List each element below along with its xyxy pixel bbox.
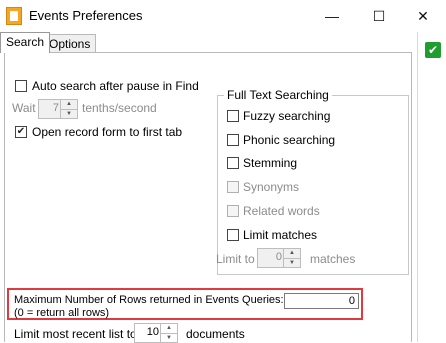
- auto-search-label: Auto search after pause in Find: [32, 79, 199, 93]
- wait-spinner[interactable]: 7 ▲ ▼: [38, 99, 78, 119]
- stemming-checkbox[interactable]: [227, 157, 239, 169]
- side-toolbar: [417, 32, 446, 342]
- related-words-label: Related words: [243, 204, 320, 218]
- tab-options[interactable]: Options: [43, 34, 97, 52]
- open-record-checkbox[interactable]: ✔: [15, 126, 27, 138]
- limit-matches-spinner[interactable]: 0 ▲ ▼: [257, 248, 301, 268]
- open-record-label: Open record form to first tab: [32, 125, 183, 139]
- limit-spinner-arrows[interactable]: ▲ ▼: [283, 249, 300, 267]
- max-rows-label: Maximum Number of Rows returned in Event…: [14, 294, 284, 306]
- minimize-button[interactable]: —: [309, 0, 355, 32]
- related-words-checkbox[interactable]: [227, 205, 239, 217]
- spin-down-icon[interactable]: ▼: [61, 110, 77, 119]
- phonic-searching-checkbox[interactable]: [227, 134, 239, 146]
- auto-search-checkbox[interactable]: [15, 80, 27, 92]
- recent-list-label: Limit most recent list to: [14, 327, 137, 341]
- limit-matches-checkbox[interactable]: [227, 229, 239, 241]
- wait-label: Wait: [12, 101, 36, 115]
- stemming-label: Stemming: [243, 156, 298, 170]
- phonic-searching-label: Phonic searching: [243, 133, 336, 147]
- ok-check-icon[interactable]: ✔: [425, 42, 441, 58]
- synonyms-checkbox[interactable]: [227, 181, 239, 193]
- title-bar: Events Preferences — ☐ ✕: [0, 0, 446, 32]
- recent-spinner-arrows[interactable]: ▲ ▼: [160, 324, 177, 342]
- spin-up-icon[interactable]: ▲: [161, 324, 177, 334]
- spin-up-icon[interactable]: ▲: [284, 249, 300, 259]
- close-button[interactable]: ✕: [400, 0, 446, 32]
- recent-list-spinner[interactable]: 10 ▲ ▼: [134, 323, 178, 343]
- recent-value: 10: [146, 326, 159, 338]
- wait-spinner-arrows[interactable]: ▲ ▼: [60, 100, 77, 118]
- fuzzy-searching-checkbox[interactable]: [227, 110, 239, 122]
- recent-unit-label: documents: [186, 327, 245, 341]
- tab-search[interactable]: Search: [0, 32, 51, 53]
- limit-value: 0: [275, 251, 282, 263]
- max-rows-input[interactable]: 0: [284, 293, 359, 309]
- window-title: Events Preferences: [29, 8, 143, 23]
- app-icon: [6, 7, 22, 25]
- wait-unit-label: tenths/second: [82, 101, 157, 115]
- spin-up-icon[interactable]: ▲: [61, 100, 77, 110]
- full-text-group-title: Full Text Searching: [224, 88, 332, 102]
- limit-matches-label: Limit matches: [243, 228, 318, 242]
- wait-value: 7: [52, 102, 59, 114]
- maximize-button[interactable]: ☐: [356, 0, 402, 32]
- matches-label: matches: [310, 252, 356, 266]
- fuzzy-searching-label: Fuzzy searching: [243, 109, 331, 123]
- synonyms-label: Synonyms: [243, 180, 300, 194]
- max-rows-note: (0 = return all rows): [14, 307, 110, 319]
- limit-to-label: Limit to: [216, 252, 255, 266]
- checkmark-icon: ✔: [16, 126, 26, 137]
- spin-down-icon[interactable]: ▼: [284, 259, 300, 268]
